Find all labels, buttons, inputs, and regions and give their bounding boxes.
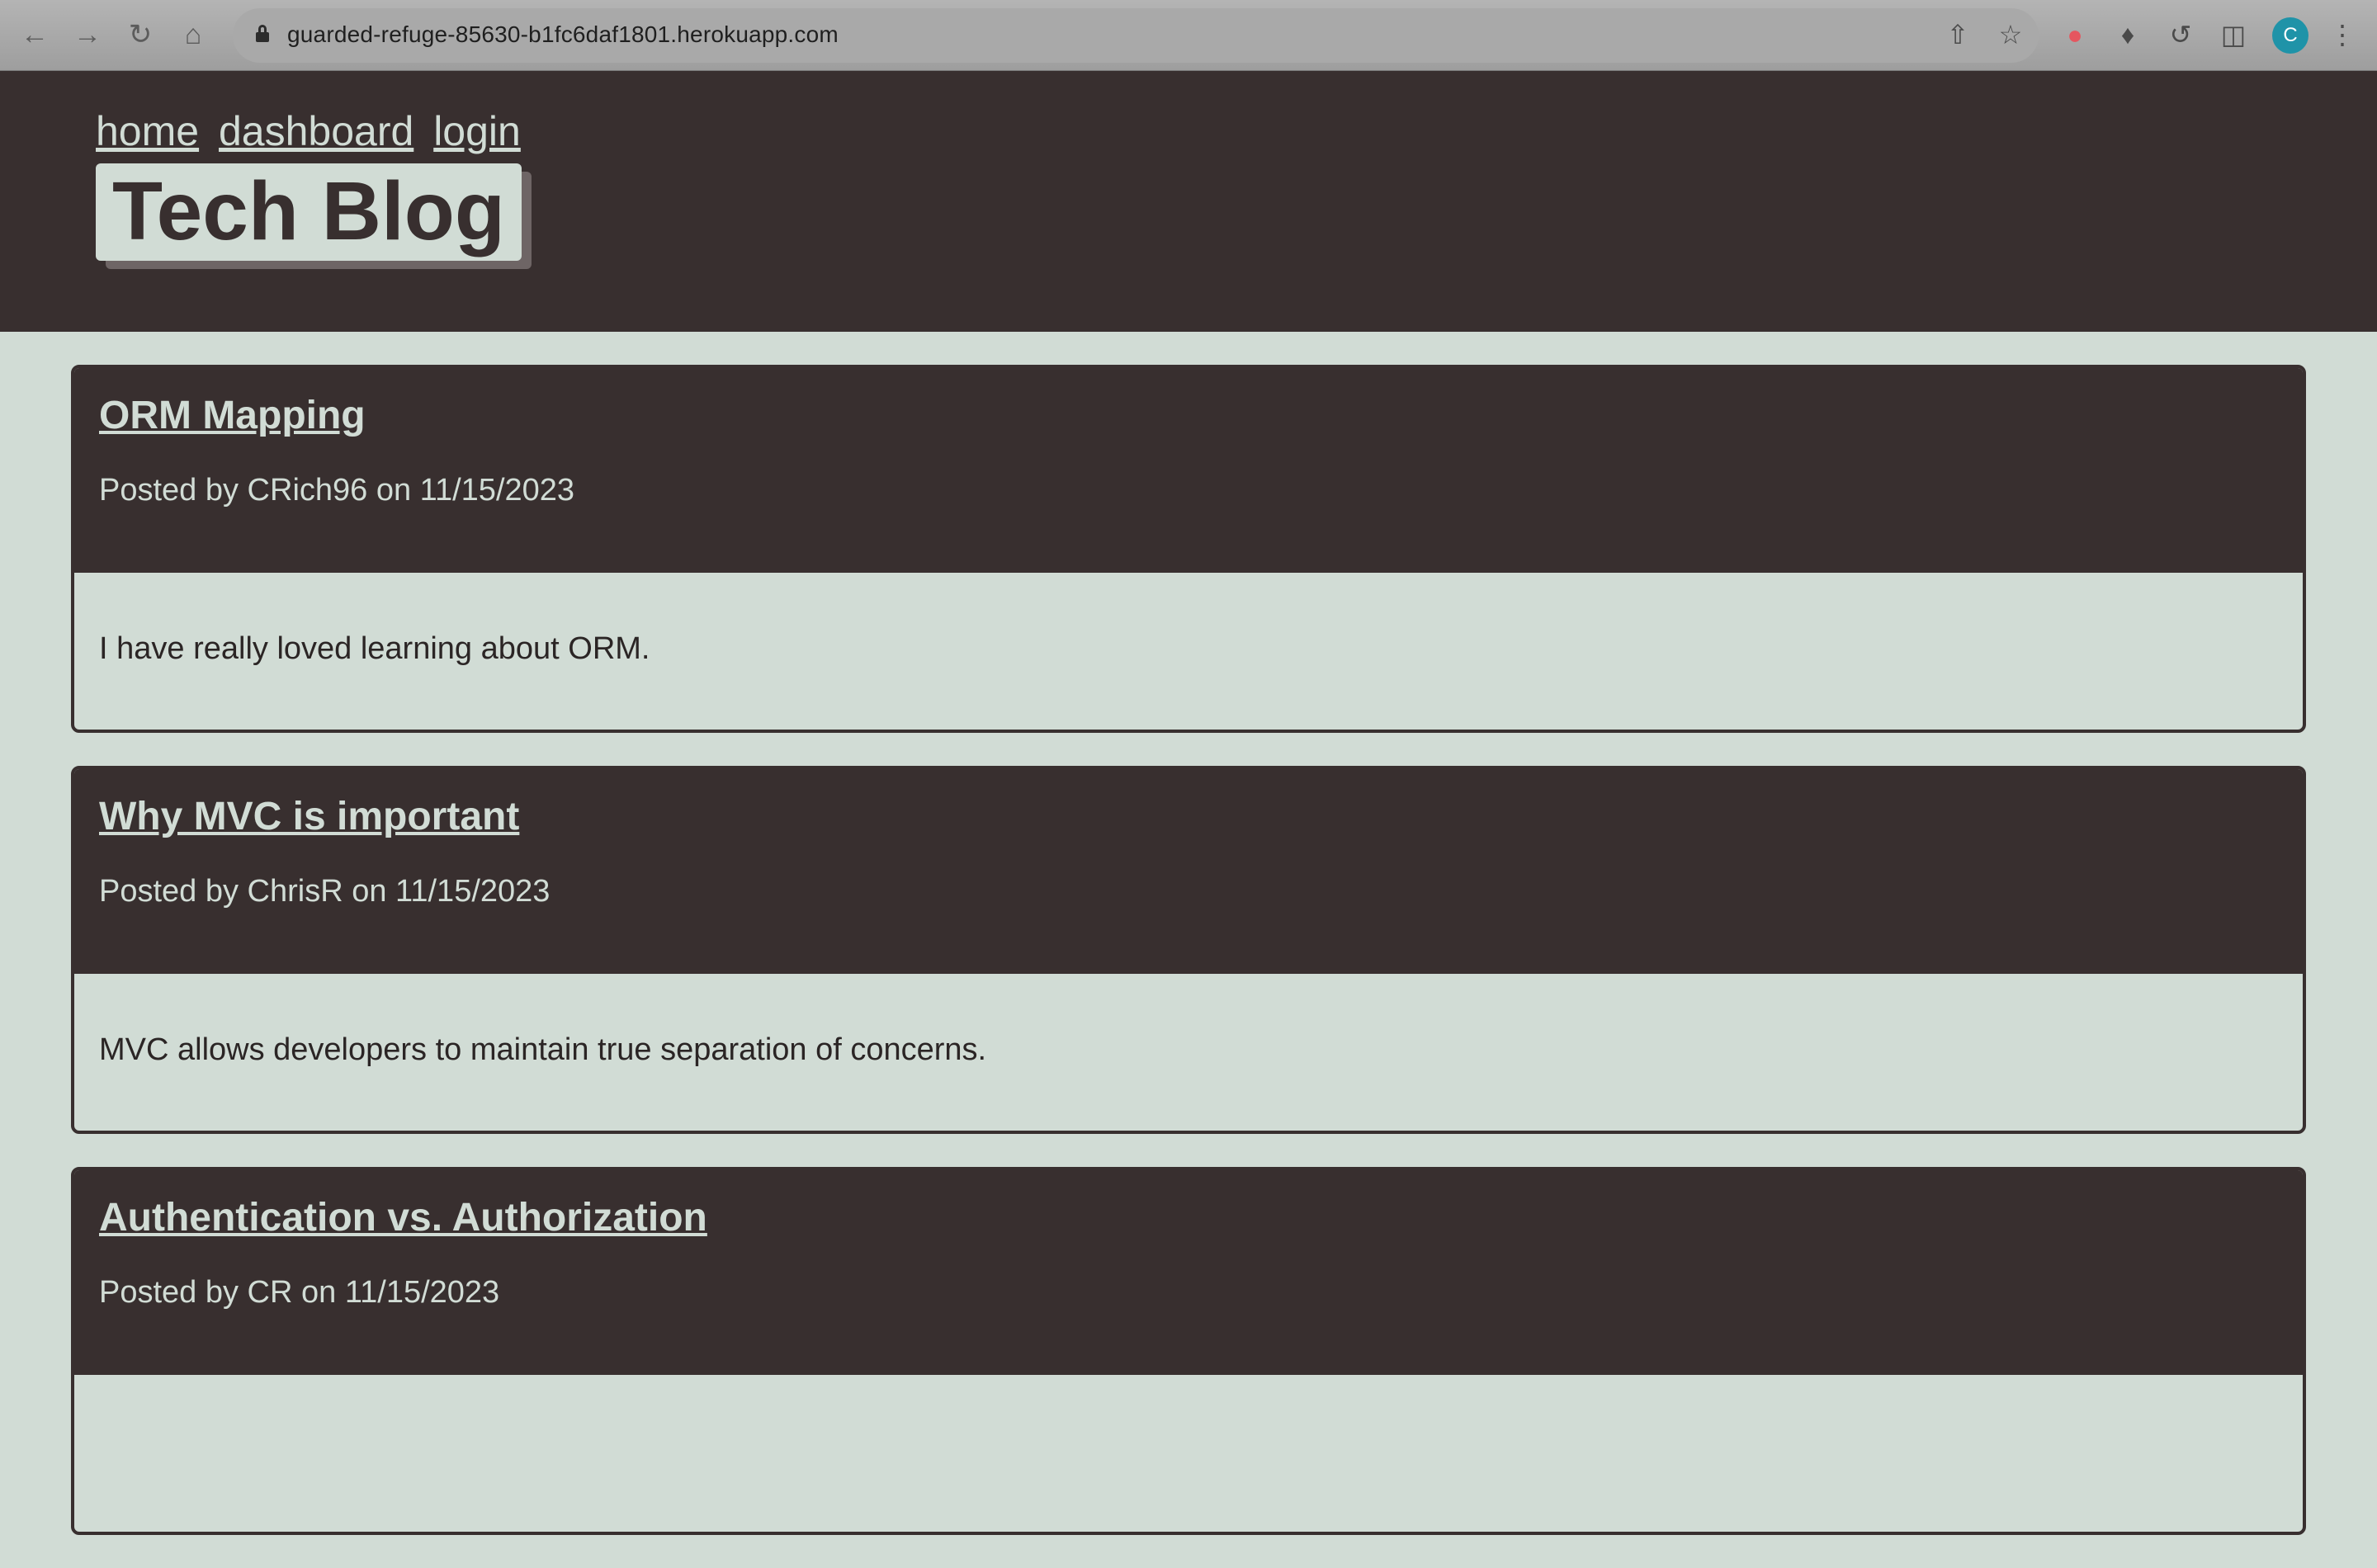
reload-icon[interactable]: ↻ [122, 17, 158, 53]
extensions-puzzle-icon[interactable]: ♦ [2111, 18, 2144, 51]
nav-login-link[interactable]: login [433, 108, 521, 154]
home-icon[interactable]: ⌂ [175, 17, 211, 53]
post-body: I have really loved learning about ORM. [99, 631, 650, 666]
post-meta: Posted by CRich96 on 11/15/2023 [99, 473, 575, 508]
side-panel-icon[interactable]: ◫ [2217, 18, 2250, 51]
post-card: Why MVC is important Posted by ChrisR on… [71, 766, 2306, 1134]
post-title-link[interactable]: ORM Mapping [99, 391, 366, 441]
share-icon[interactable]: ⇧ [1941, 18, 1974, 51]
profile-avatar[interactable]: C [2272, 17, 2308, 54]
nav-home-link[interactable]: home [96, 108, 199, 154]
post-header: Authentication vs. Authorization Posted … [74, 1170, 2303, 1375]
post-title-link[interactable]: Why MVC is important [99, 792, 519, 842]
extension-recorder-icon[interactable]: ● [2058, 18, 2091, 51]
back-icon[interactable]: ← [17, 17, 53, 53]
post-title-link[interactable]: Authentication vs. Authorization [99, 1193, 707, 1243]
site-header: home dashboard login Tech Blog [0, 71, 2377, 332]
post-meta: Posted by CR on 11/15/2023 [99, 1275, 500, 1310]
menu-kebab-icon[interactable]: ⋮ [2326, 18, 2359, 51]
post-card: ORM Mapping Posted by CRich96 on 11/15/2… [71, 365, 2306, 733]
bookmark-star-icon[interactable]: ☆ [1994, 18, 2027, 51]
post-header: ORM Mapping Posted by CRich96 on 11/15/2… [74, 368, 2303, 573]
url-text[interactable]: guarded-refuge-85630-b1fc6daf1801.heroku… [287, 21, 839, 48]
post-list: ORM Mapping Posted by CRich96 on 11/15/2… [71, 365, 2306, 1568]
post-card: Authentication vs. Authorization Posted … [71, 1167, 2306, 1535]
extension-sync-icon[interactable]: ↺ [2164, 18, 2197, 51]
site-title: Tech Blog [96, 163, 522, 261]
main-nav: home dashboard login [96, 107, 529, 155]
forward-icon[interactable]: → [69, 17, 106, 53]
post-body: MVC allows developers to maintain true s… [99, 1032, 987, 1067]
post-body [74, 1375, 2303, 1532]
nav-dashboard-link[interactable]: dashboard [219, 108, 413, 154]
post-meta: Posted by ChrisR on 11/15/2023 [99, 874, 551, 909]
lock-icon[interactable] [256, 25, 269, 42]
post-header: Why MVC is important Posted by ChrisR on… [74, 769, 2303, 974]
browser-toolbar: ← → ↻ ⌂ guarded-refuge-85630-b1fc6daf180… [0, 0, 2377, 71]
